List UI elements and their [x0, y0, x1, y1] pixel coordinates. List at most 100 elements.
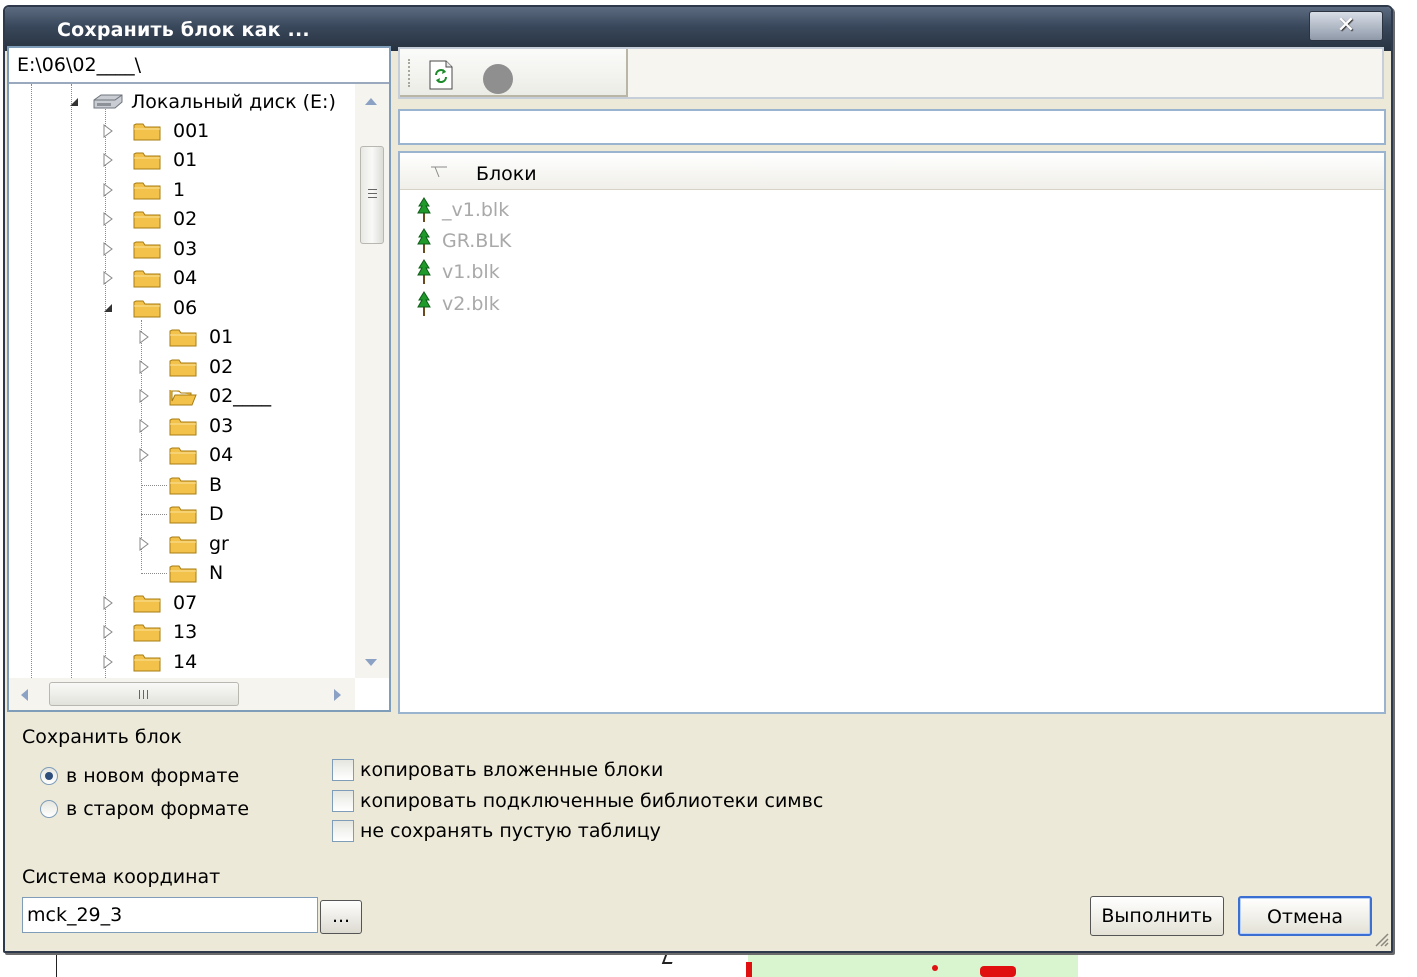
radio-old-format[interactable] — [40, 800, 58, 818]
folder-icon — [133, 654, 161, 672]
path-bar: E:\06\02____\ — [9, 48, 389, 84]
collapse-triangle-icon[interactable] — [103, 303, 113, 313]
expand-triangle-icon[interactable] — [103, 212, 113, 226]
tree-vertical-scrollbar[interactable] — [355, 84, 389, 678]
folder-icon — [133, 182, 161, 200]
radio-old-format-label[interactable]: в старом формате — [66, 798, 249, 820]
folder-icon — [169, 536, 197, 554]
expand-triangle-icon[interactable] — [103, 596, 113, 610]
tree-icon — [417, 259, 431, 284]
tree-item-folder[interactable]: 04 — [133, 441, 349, 469]
expand-triangle-icon[interactable] — [103, 153, 113, 167]
background-canvas-line — [56, 950, 57, 977]
refresh-icon[interactable] — [426, 59, 456, 91]
scroll-down-arrow-icon[interactable] — [364, 658, 378, 668]
tree-horizontal-scrollbar[interactable] — [9, 678, 355, 710]
copy-nested-blocks-label[interactable]: копировать вложенные блоки — [360, 759, 663, 781]
close-icon: ✕ — [1336, 13, 1356, 38]
scroll-up-arrow-icon[interactable] — [364, 96, 378, 106]
folder-icon — [169, 329, 197, 347]
list-item-label: GR.BLK — [442, 230, 512, 252]
background-canvas-mark — [746, 962, 752, 977]
tree-item-folder[interactable]: 1 — [97, 176, 347, 204]
radio-new-format[interactable] — [40, 767, 58, 785]
expand-triangle-icon[interactable] — [139, 448, 149, 462]
coordinate-system-field[interactable]: mck_29_3 — [22, 897, 318, 933]
scrollbar-thumb[interactable] — [49, 682, 239, 706]
tree-item-folder[interactable]: 02 — [133, 353, 349, 381]
tree-item-label: Локальный диск (E:) — [131, 91, 336, 113]
tree-item-label: 02 — [209, 356, 234, 378]
tree-item-folder[interactable]: 07 — [97, 589, 347, 617]
save-block-group-label: Сохранить блок — [22, 726, 182, 748]
tree-item-folder[interactable]: 02 — [97, 205, 347, 233]
tree-item-label: B — [209, 474, 223, 496]
title-bar[interactable]: Сохранить блок как ... ✕ — [5, 7, 1391, 51]
expand-triangle-icon[interactable] — [103, 655, 113, 669]
tree-item-folder[interactable]: 13 — [97, 618, 347, 646]
expand-triangle-icon[interactable] — [103, 625, 113, 639]
browse-coordinate-system-button[interactable]: ... — [320, 900, 362, 934]
tree-item-folder[interactable]: 01 — [97, 146, 347, 174]
tree-item-drive-e[interactable]: Локальный диск (E:) — [63, 88, 353, 116]
tree-guide-line — [31, 84, 32, 678]
expand-triangle-icon[interactable] — [103, 183, 113, 197]
tree-item-folder[interactable]: B — [133, 471, 349, 499]
tree-item-folder[interactable]: 03 — [133, 412, 349, 440]
background-canvas-mark — [661, 952, 677, 964]
tree-item-folder[interactable]: gr — [133, 530, 349, 558]
run-button[interactable]: Выполнить — [1090, 896, 1224, 936]
tree-item-folder[interactable]: D — [133, 500, 349, 528]
close-button[interactable]: ✕ — [1309, 11, 1383, 41]
skip-empty-table-checkbox[interactable] — [332, 820, 354, 842]
stop-icon[interactable] — [482, 63, 514, 95]
scroll-left-arrow-icon[interactable] — [19, 688, 29, 702]
cancel-button[interactable]: Отмена — [1238, 896, 1372, 936]
tree-item-folder[interactable]: 04 — [97, 264, 347, 292]
folder-icon — [169, 359, 197, 377]
tree-item-folder[interactable]: 01 — [133, 323, 349, 351]
expand-triangle-icon[interactable] — [139, 330, 149, 344]
folder-icon — [133, 241, 161, 259]
expand-triangle-icon[interactable] — [139, 419, 149, 433]
expand-triangle-icon[interactable] — [103, 242, 113, 256]
expand-triangle-icon[interactable] — [139, 537, 149, 551]
collapse-triangle-icon[interactable] — [69, 97, 79, 107]
tree-item-label: N — [209, 562, 224, 584]
column-header-label: Блоки — [476, 163, 537, 185]
folder-icon — [133, 152, 161, 170]
scroll-right-arrow-icon[interactable] — [333, 688, 343, 702]
radio-new-format-label[interactable]: в новом формате — [66, 765, 239, 787]
tree-item-folder[interactable]: 14 — [97, 648, 347, 676]
expand-triangle-icon[interactable] — [103, 124, 113, 138]
block-file-list[interactable]: Блоки _v1.blk GR.BLK v1.blk v2.blk — [398, 151, 1386, 714]
copy-nested-blocks-checkbox[interactable] — [332, 759, 354, 781]
column-header-blocks[interactable]: Блоки — [400, 153, 1384, 190]
copy-linked-libraries-checkbox[interactable] — [332, 790, 354, 812]
folder-icon — [133, 270, 161, 288]
tree-item-folder[interactable]: 03 — [97, 235, 347, 263]
resize-grip-icon[interactable] — [1373, 931, 1389, 947]
expand-triangle-icon[interactable] — [103, 271, 113, 285]
window-title: Сохранить блок как ... — [57, 19, 310, 41]
drive-icon — [93, 94, 123, 109]
scrollbar-thumb[interactable] — [360, 146, 384, 244]
filter-input[interactable] — [398, 109, 1386, 145]
tree-item-folder-06[interactable]: 06 — [97, 294, 347, 322]
expand-triangle-icon[interactable] — [139, 389, 149, 403]
folder-tree[interactable]: Локальный диск (E:) 001 01 1 02 03 04 06… — [9, 84, 355, 678]
sort-indicator-icon — [431, 166, 447, 178]
copy-linked-libraries-label[interactable]: копировать подключенные библиотеки симвс — [360, 790, 823, 812]
skip-empty-table-label[interactable]: не сохранять пустую таблицу — [360, 820, 661, 842]
tree-item-label: 03 — [173, 238, 198, 260]
grip-line — [147, 690, 148, 699]
tree-item-label: 04 — [209, 444, 234, 466]
tree-item-label: 07 — [173, 592, 198, 614]
tree-item-folder[interactable]: 001 — [97, 117, 347, 145]
tree-item-folder-selected[interactable]: 02____ — [133, 382, 349, 410]
tree-item-label: 1 — [173, 179, 186, 201]
folder-icon — [169, 418, 197, 436]
toolbar-grip[interactable] — [408, 59, 413, 87]
expand-triangle-icon[interactable] — [139, 360, 149, 374]
tree-item-folder[interactable]: N — [133, 559, 349, 587]
